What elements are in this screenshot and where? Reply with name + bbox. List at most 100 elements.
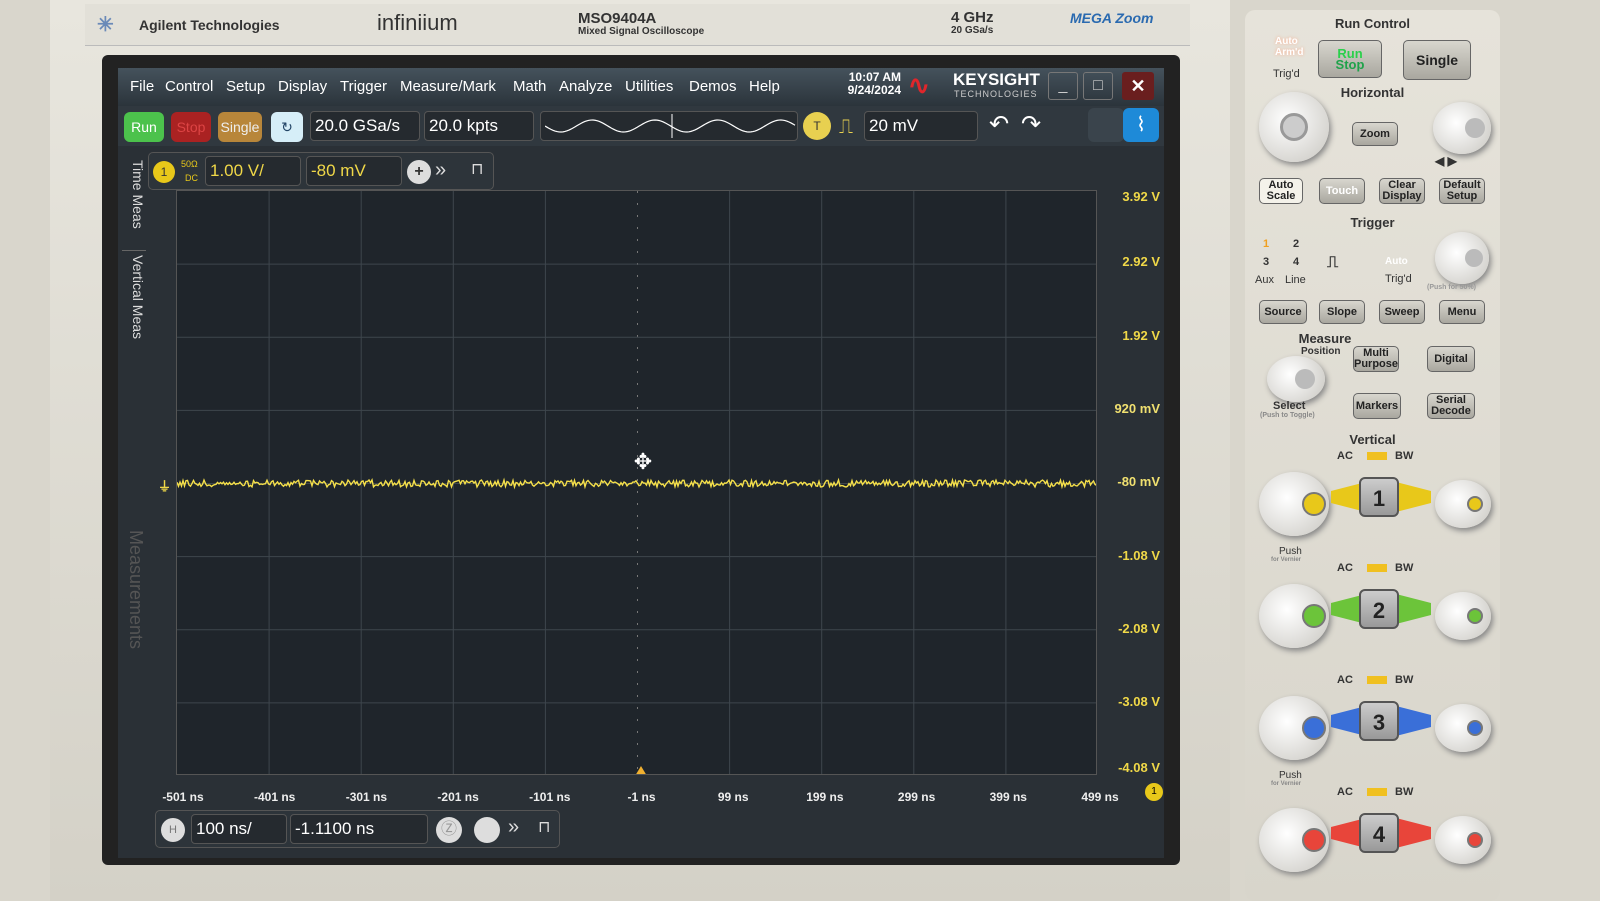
pin-icon[interactable]: ⊓: [471, 159, 483, 179]
menu-trigger[interactable]: Trigger: [340, 78, 387, 95]
bandwidth: 4 GHz: [951, 9, 994, 26]
multi-purpose-button[interactable]: Multi Purpose: [1353, 346, 1399, 372]
keysight-wave-icon: ∿: [908, 70, 930, 101]
channel-4-scale-knob[interactable]: [1259, 808, 1329, 872]
undo-icon[interactable]: ↶: [984, 110, 1014, 140]
keysight-sub: TECHNOLOGIES: [954, 89, 1038, 99]
tab-vertical-meas[interactable]: Vertical Meas: [122, 250, 146, 339]
channel-1-button[interactable]: 1: [1359, 477, 1399, 517]
add-channel-icon[interactable]: +: [407, 160, 431, 184]
expand-chevron-icon[interactable]: »: [508, 816, 519, 839]
display-mode-button[interactable]: [1088, 108, 1124, 142]
trigger-source-3: 3: [1263, 256, 1269, 268]
expand-chevron-icon[interactable]: »: [435, 159, 446, 182]
run-stop-button[interactable]: Run Stop: [1318, 40, 1382, 78]
auto-scale-button[interactable]: Auto Scale: [1259, 178, 1303, 204]
trigger-level-knob[interactable]: [1435, 232, 1489, 284]
timebase-overview[interactable]: [540, 111, 798, 141]
touch-button[interactable]: Touch: [1319, 178, 1365, 204]
bw-indicator: BW: [1395, 674, 1413, 686]
run-button[interactable]: Run: [124, 112, 164, 142]
redo-icon[interactable]: ↷: [1016, 110, 1046, 140]
close-button[interactable]: ✕: [1122, 72, 1154, 100]
channel-4-button[interactable]: 4: [1359, 813, 1399, 853]
measure-select-knob[interactable]: [1267, 356, 1325, 402]
menu-file[interactable]: File: [130, 78, 154, 95]
sample-rate-field[interactable]: 20.0 GSa/s: [310, 111, 420, 141]
channel-1-scale-knob[interactable]: [1259, 472, 1329, 536]
x-axis-label: -101 ns: [520, 790, 580, 804]
channel-3-scale-knob[interactable]: [1259, 696, 1329, 760]
menu-help[interactable]: Help: [749, 78, 780, 95]
x-axis-label: -301 ns: [336, 790, 396, 804]
clear-display-button[interactable]: Clear Display: [1379, 178, 1425, 204]
vertical-scale-field[interactable]: 1.00 V/: [205, 156, 301, 186]
rising-edge-icon[interactable]: ⎍: [834, 112, 858, 142]
minimize-button[interactable]: _: [1048, 72, 1078, 100]
digital-button[interactable]: Digital: [1427, 346, 1475, 372]
zoom-button[interactable]: Zoom: [1352, 122, 1398, 146]
autoscale-icon[interactable]: ↻: [271, 112, 303, 142]
time-position-field[interactable]: -1.1100 ns: [290, 814, 428, 844]
trigger-badge[interactable]: T: [803, 112, 831, 140]
x-axis-label: 99 ns: [703, 790, 763, 804]
channel-1-bar: 1 50Ω DC 1.00 V/ -80 mV + » ⊓: [148, 152, 494, 190]
model-name: MSO9404A: [578, 10, 656, 27]
ac-indicator: AC: [1337, 562, 1353, 574]
horizontal-position-knob[interactable]: [1433, 102, 1491, 154]
y-axis-label: -4.08 V: [1104, 760, 1160, 775]
bw-indicator: BW: [1395, 562, 1413, 574]
channel-2-offset-knob[interactable]: [1435, 592, 1491, 640]
x-axis-label: -401 ns: [245, 790, 305, 804]
waveform-plot[interactable]: ✥: [176, 190, 1097, 775]
vertical-offset-field[interactable]: -80 mV: [306, 156, 402, 186]
slope-button[interactable]: Slope: [1319, 300, 1365, 324]
horizontal-badge[interactable]: H: [161, 818, 185, 842]
channel-1-offset-knob[interactable]: [1435, 480, 1491, 528]
source-button[interactable]: Source: [1259, 300, 1307, 324]
agilent-logo-icon: ✳: [97, 12, 114, 37]
horizontal-scale-knob[interactable]: [1259, 92, 1329, 162]
channel-2-scale-knob[interactable]: [1259, 584, 1329, 648]
trigger-level-field[interactable]: 20 mV: [864, 111, 978, 141]
grid-options-icon[interactable]: [474, 817, 500, 843]
menu-demos[interactable]: Demos: [689, 78, 737, 95]
single-button[interactable]: Single: [218, 112, 262, 142]
time-scale-field[interactable]: 100 ns/: [191, 814, 287, 844]
trigger-menu-button[interactable]: Menu: [1439, 300, 1485, 324]
menu-display[interactable]: Display: [278, 78, 327, 95]
menu-measure-mark[interactable]: Measure/Mark: [400, 78, 496, 95]
serial-decode-button[interactable]: Serial Decode: [1427, 393, 1475, 419]
channel-3-offset-knob[interactable]: [1435, 704, 1491, 752]
move-cursor-icon: ✥: [634, 449, 652, 474]
menu-control[interactable]: Control: [165, 78, 213, 95]
pin-icon[interactable]: ⊓: [538, 817, 550, 837]
trigger-source-line: Line: [1285, 274, 1306, 286]
channel-3-button[interactable]: 3: [1359, 701, 1399, 741]
memory-depth-field[interactable]: 20.0 kpts: [424, 111, 534, 141]
single-panel-button[interactable]: Single: [1403, 40, 1471, 80]
maximize-button[interactable]: □: [1083, 72, 1113, 100]
tab-time-meas[interactable]: Time Meas: [122, 160, 146, 229]
menu-analyze[interactable]: Analyze: [559, 78, 612, 95]
zoom-icon[interactable]: Ⓩ: [436, 817, 462, 843]
tab-measurements[interactable]: Measurements: [122, 530, 146, 649]
markers-button[interactable]: Markers: [1353, 393, 1401, 419]
default-setup-button[interactable]: Default Setup: [1439, 178, 1485, 204]
channel-impedance: 50Ω: [181, 159, 198, 169]
channel-4-offset-knob[interactable]: [1435, 816, 1491, 864]
channel-1-indicator: 1: [1145, 783, 1163, 801]
channel-2-button[interactable]: 2: [1359, 589, 1399, 629]
channel-1-badge[interactable]: 1: [153, 161, 175, 183]
trigger-position-marker[interactable]: [635, 766, 647, 775]
push-toggle-label: (Push to Toggle): [1260, 412, 1315, 419]
x-axis-label: 199 ns: [795, 790, 855, 804]
menu-math[interactable]: Math: [513, 78, 546, 95]
waveform-view-icon[interactable]: ⌇: [1123, 108, 1159, 142]
sweep-button[interactable]: Sweep: [1379, 300, 1425, 324]
trigger-source-1: 1: [1263, 238, 1269, 250]
stop-button[interactable]: Stop: [171, 112, 211, 142]
ground-marker-icon[interactable]: ⏚: [158, 476, 171, 495]
menu-setup[interactable]: Setup: [226, 78, 265, 95]
menu-utilities[interactable]: Utilities: [625, 78, 673, 95]
